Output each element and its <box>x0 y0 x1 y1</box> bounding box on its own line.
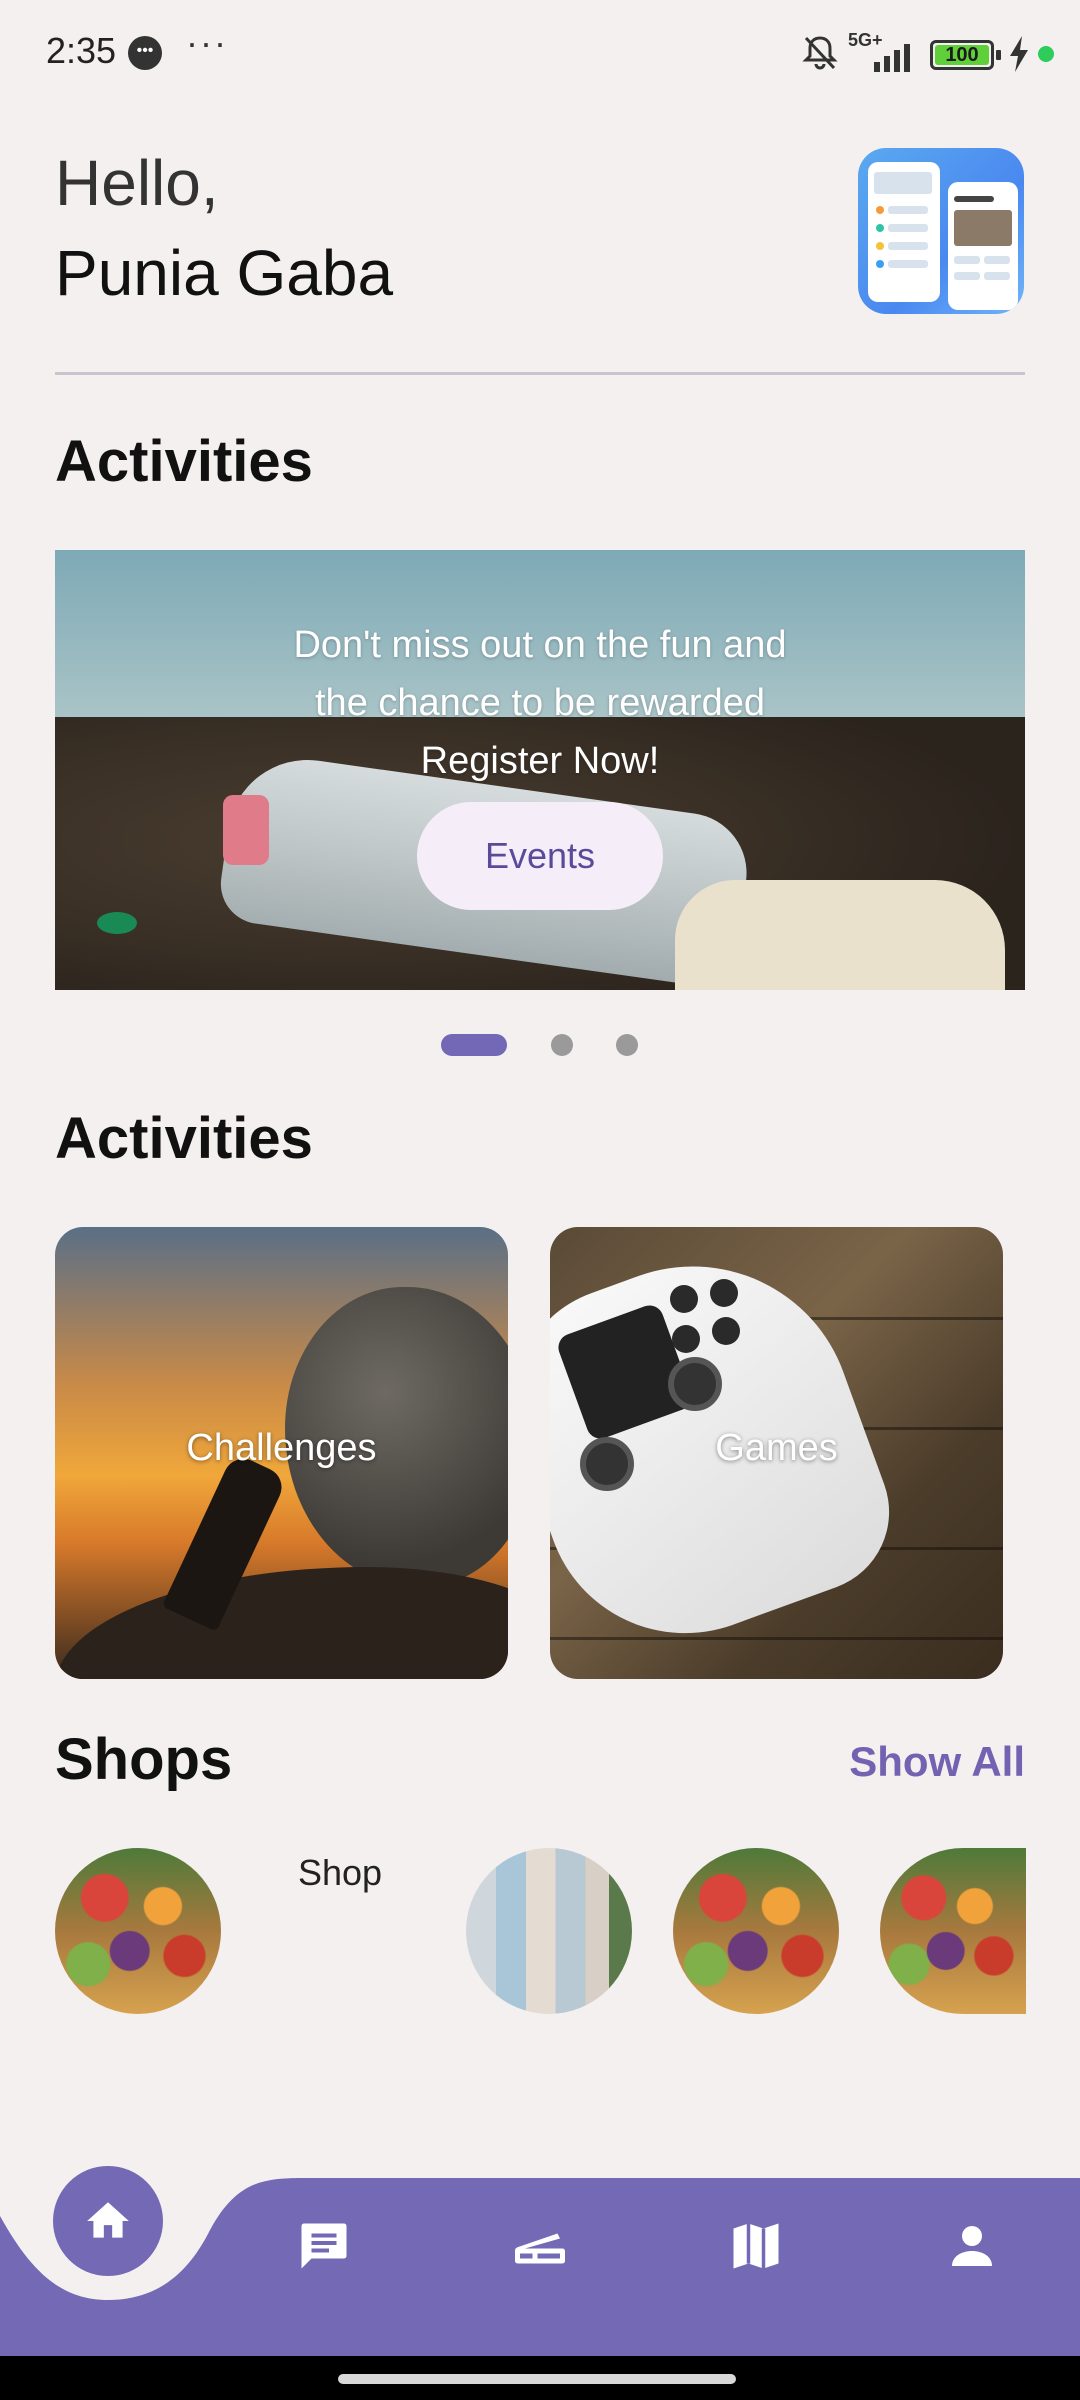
shop-item[interactable] <box>673 1848 839 2014</box>
signal-icon <box>874 44 910 72</box>
battery-icon: 100 <box>930 40 994 70</box>
challenges-card-label: Challenges <box>186 1427 377 1469</box>
banner-line-2: the chance to be rewarded <box>315 682 765 724</box>
more-notifications-icon: ··· <box>186 22 228 63</box>
show-all-link[interactable]: Show All <box>849 1738 1025 1786</box>
carousel-dot-active[interactable] <box>441 1034 507 1056</box>
status-bar: 2:35 ••• ··· 5G+ 100 <box>0 0 1080 106</box>
challenges-card[interactable]: Challenges <box>55 1227 508 1679</box>
privacy-indicator <box>1038 46 1054 62</box>
map-icon <box>733 2223 779 2269</box>
carousel-dot[interactable] <box>551 1034 573 1056</box>
shop-item[interactable] <box>466 1848 632 2014</box>
banner-line-3: Register Now! <box>420 740 660 782</box>
activities-cards-title: Activities <box>55 1106 313 1171</box>
user-name: Punia Gaba <box>55 237 394 309</box>
battery-level: 100 <box>945 44 979 66</box>
banner-line-1: Don't miss out on the fun and <box>293 624 787 666</box>
shop-item-label[interactable]: Shop <box>298 1852 382 1894</box>
greeting-hello: Hello, <box>55 147 219 219</box>
shop-item[interactable] <box>55 1848 221 2014</box>
home-indicator[interactable] <box>338 2374 736 2384</box>
chat-nav-button[interactable] <box>292 2214 356 2278</box>
map-nav-button[interactable] <box>724 2214 788 2278</box>
chat-bubble-icon: ••• <box>128 36 162 70</box>
charging-icon <box>1010 36 1028 72</box>
home-nav-button[interactable] <box>53 2166 163 2276</box>
profile-nav-button[interactable] <box>940 2214 1004 2278</box>
profile-icon <box>952 2226 992 2266</box>
status-icons: 5G+ 100 <box>800 30 1080 76</box>
home-icon <box>87 2202 129 2238</box>
app-preview-image[interactable] <box>858 148 1024 314</box>
games-card-label: Games <box>715 1427 838 1469</box>
games-card[interactable]: Games <box>550 1227 1003 1679</box>
status-time: 2:35 <box>46 30 117 71</box>
header-divider <box>55 372 1025 375</box>
chat-icon <box>301 2223 347 2269</box>
shops-section-title: Shops <box>55 1727 233 1792</box>
scanner-nav-button[interactable] <box>508 2214 572 2278</box>
bell-off-icon <box>802 36 838 70</box>
scanner-icon <box>514 2233 565 2264</box>
events-button[interactable]: Events <box>417 802 663 910</box>
shop-item[interactable] <box>880 1848 1026 2014</box>
carousel-dot[interactable] <box>616 1034 638 1056</box>
activities-banner[interactable]: Don't miss out on the fun and the chance… <box>55 550 1025 990</box>
activities-section-title: Activities <box>55 429 313 494</box>
